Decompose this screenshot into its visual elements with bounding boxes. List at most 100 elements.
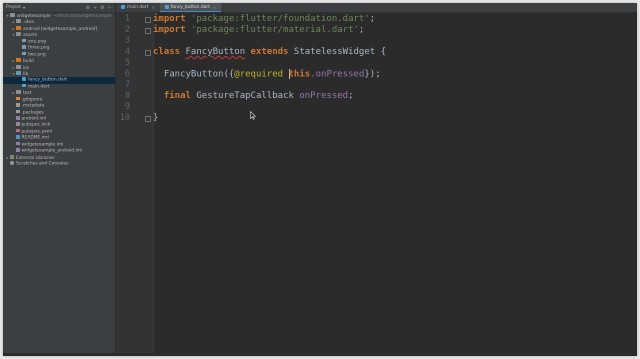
- line-number: 10: [119, 113, 130, 123]
- string-literal: 'package:flutter/foundation.dart': [190, 14, 370, 24]
- project-tree: ▾ widgetexample ~/dev/cats/widgetexample ▸.…: [3, 13, 115, 168]
- code-line-10[interactable]: }: [153, 113, 158, 124]
- punctuation: ({: [223, 69, 235, 80]
- line-number: 4: [124, 47, 130, 57]
- punctuation: ;: [358, 25, 365, 35]
- string-literal: 'package:flutter/material.dart': [190, 25, 359, 35]
- class-name: FancyButton: [185, 47, 246, 57]
- line-number: 5: [124, 58, 130, 68]
- mouse-pointer-icon: [250, 111, 256, 120]
- keyword: import: [153, 14, 186, 24]
- file-icon: [16, 103, 20, 107]
- tree-item-label: .packages: [21, 110, 44, 116]
- field-reference: .onPressed: [310, 69, 365, 80]
- keyword: this: [288, 69, 311, 80]
- tab-label: fancy_button.dart: [170, 4, 210, 10]
- collapse-icon[interactable]: ÷: [93, 5, 97, 11]
- folder-icon: [10, 13, 15, 17]
- lib-icon: [10, 154, 14, 159]
- project-panel: Project ▾ ⊕ ÷ ⚙ ⊢ ▾ widgetexample ~/dev/ca…: [3, 3, 116, 356]
- code-line-4[interactable]: class FancyButton extends StatelessWidge…: [153, 47, 386, 58]
- line-number: 6: [124, 69, 130, 79]
- tree-item-label: two.png: [28, 52, 46, 58]
- yaml-icon: [16, 128, 20, 133]
- tree-item-label: fancy_button.dart: [28, 77, 68, 83]
- tree-item-label: widgetexample.iml: [21, 142, 64, 148]
- file-icon: [16, 109, 20, 114]
- image-icon: [22, 51, 26, 56]
- tree-item-label: .metadata: [21, 103, 45, 109]
- iml-icon: [16, 148, 20, 152]
- hide-panel-icon[interactable]: ⊢: [108, 5, 112, 11]
- open-brace: {: [380, 47, 387, 57]
- image-icon: [22, 45, 26, 49]
- tree-item-label: Scratches and Consoles: [16, 161, 69, 167]
- tree-item[interactable]: Scratches and Consoles: [3, 161, 115, 167]
- field-name: onPressed: [299, 91, 349, 101]
- keyword: import: [153, 25, 186, 35]
- dart-file-icon: [164, 4, 169, 9]
- tree-item-label: build: [23, 59, 34, 65]
- tree-item-label: pubspec.lock: [21, 122, 51, 128]
- tree-item-label: one.png: [28, 39, 46, 45]
- type-name: GestureTapCallback: [196, 91, 294, 101]
- tree-item-label: .gitignore: [21, 97, 43, 103]
- scratch-icon: [10, 161, 14, 165]
- code-line-6[interactable]: FancyButton({@required this.onPressed});: [153, 69, 381, 80]
- tree-item-label: pubspec.yaml: [21, 129, 53, 135]
- tree-item-path: ~/dev/cats/widgetexample: [52, 14, 112, 19]
- tree-item-label: lib: [23, 71, 29, 77]
- fold-marker-icon[interactable]: [145, 50, 151, 56]
- md-icon: [16, 135, 20, 139]
- tree-item-label: android.iml: [21, 116, 47, 122]
- constructor-name: FancyButton: [163, 69, 224, 80]
- gear-icon[interactable]: ⚙: [100, 5, 104, 11]
- tree-item-label: main.dart: [28, 84, 50, 90]
- punctuation: ;: [348, 91, 354, 101]
- code-line-2[interactable]: import 'package:flutter/material.dart';: [153, 25, 364, 36]
- editor-tab[interactable]: fancy_button.dart ×: [159, 3, 222, 12]
- tree-item-label: widgetexample_android.iml: [21, 148, 83, 154]
- folder-orange-icon: [16, 58, 21, 63]
- line-number: 3: [124, 36, 130, 46]
- dart-file-icon: [121, 5, 125, 9]
- project-view-selector[interactable]: Project: [6, 5, 21, 10]
- line-number: 7: [124, 80, 130, 90]
- tree-item-label: test: [23, 91, 32, 97]
- code-editor[interactable]: 1 2 3 4 5 6 7 8 9 10 import 'package:flutter/foun…: [116, 13, 637, 356]
- tree-item-label: widgetexample: [17, 14, 51, 19]
- iml-icon: [16, 141, 20, 146]
- fold-marker-icon[interactable]: [145, 17, 151, 23]
- close-icon[interactable]: ×: [151, 5, 154, 10]
- lock-icon: [16, 122, 20, 126]
- tree-item-label: .idea: [23, 20, 34, 26]
- annotation: @required: [234, 69, 284, 80]
- keyword: final: [163, 91, 191, 101]
- dart-icon: [22, 77, 26, 81]
- punctuation: ;: [369, 14, 376, 24]
- editor-tab-bar: main.dart × fancy_button.dart ×: [116, 3, 637, 13]
- folder-icon: [16, 19, 21, 24]
- close-brace: }: [153, 113, 159, 123]
- fold-marker-icon[interactable]: [145, 28, 151, 34]
- tree-item-label: three.png: [28, 45, 50, 51]
- code-line-8[interactable]: final GestureTapCallback onPressed;: [153, 91, 354, 102]
- close-icon[interactable]: ×: [213, 5, 216, 10]
- fold-marker-icon[interactable]: [145, 116, 151, 122]
- tree-item-label: android [widgetexample_android]: [23, 26, 98, 32]
- tree-item-label: assets: [23, 33, 37, 39]
- tree-item-label: ios: [23, 65, 30, 71]
- tab-label: main.dart: [127, 5, 149, 10]
- keyword: extends: [250, 47, 289, 57]
- punctuation: });: [364, 69, 381, 80]
- editor-tab[interactable]: main.dart ×: [116, 3, 160, 12]
- iml-icon: [16, 116, 20, 120]
- folder-blue-icon: [16, 70, 21, 75]
- dart-icon: [22, 83, 26, 88]
- keyword: class: [153, 47, 181, 57]
- locate-icon[interactable]: ⊕: [86, 5, 90, 11]
- code-line-1[interactable]: import 'package:flutter/foundation.dart'…: [153, 14, 375, 25]
- gitfile-icon: [16, 96, 20, 101]
- line-number: 8: [124, 91, 130, 101]
- chevron-down-icon[interactable]: ▾: [23, 5, 25, 10]
